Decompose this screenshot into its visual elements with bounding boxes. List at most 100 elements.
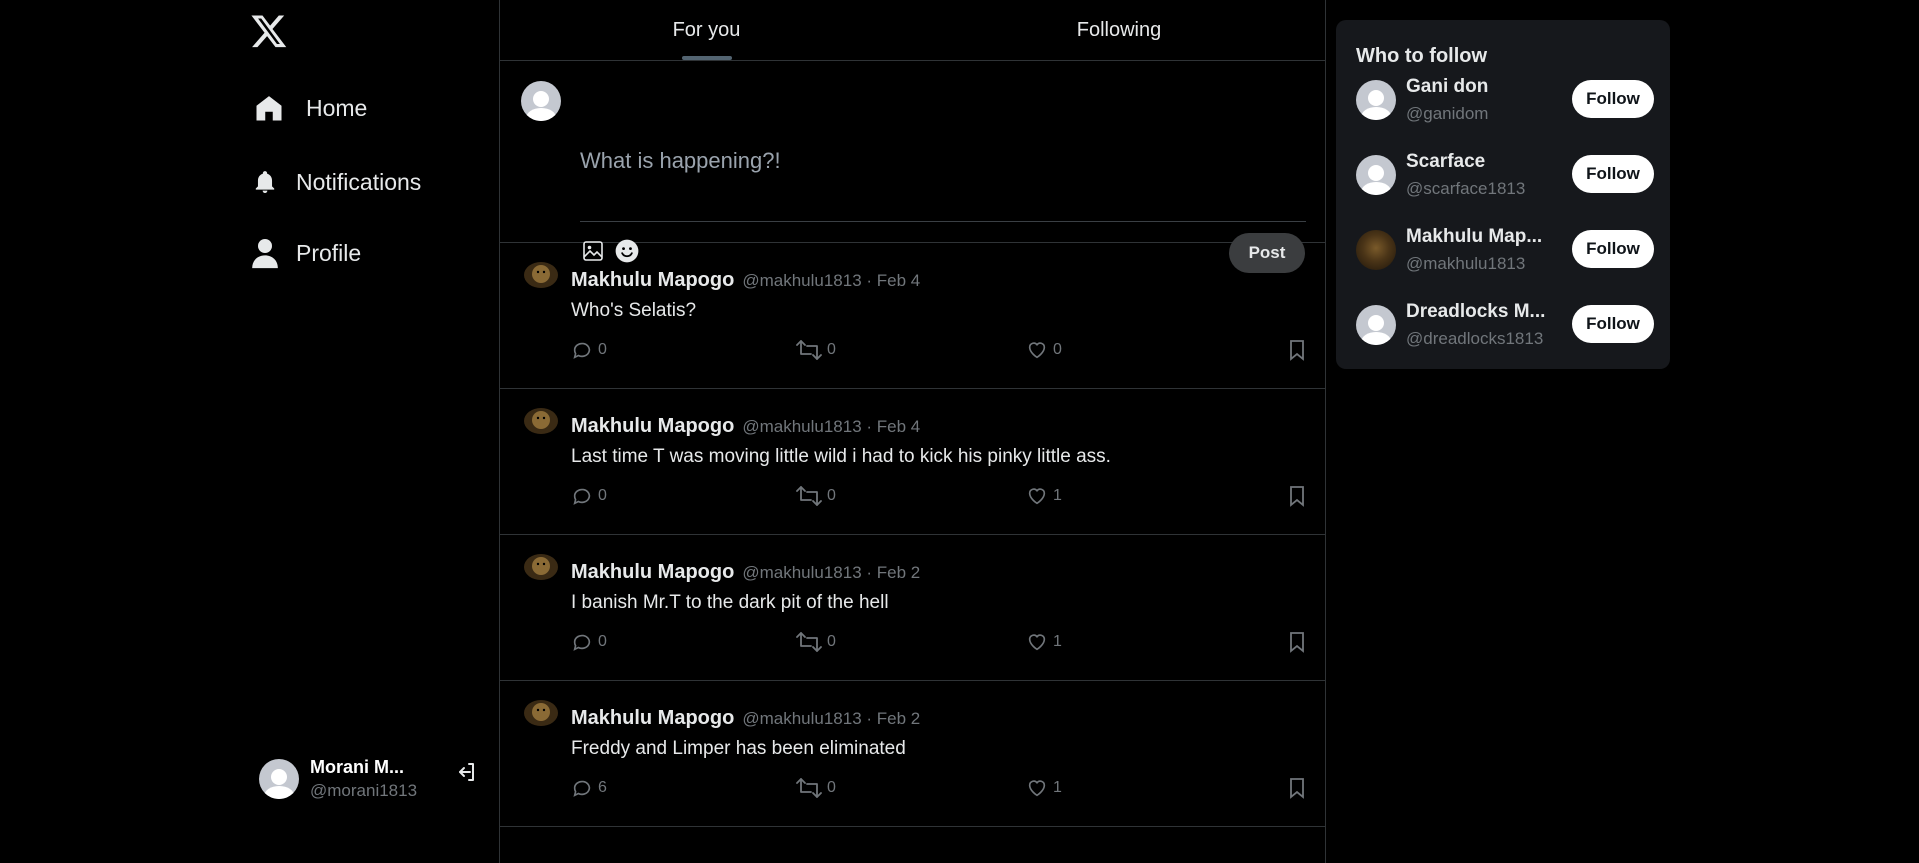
- left-sidebar: Home Notifications Profile Morani M... @…: [0, 0, 499, 863]
- reply-count: 6: [598, 779, 607, 796]
- tweet[interactable]: Makhulu Mapogo @makhulu1813 · Feb 4 Last…: [500, 389, 1325, 535]
- compose-box: Post: [500, 61, 1325, 273]
- bookmark-icon: [1287, 485, 1307, 507]
- tweet-text: Who's Selatis?: [571, 300, 697, 321]
- tweet-text: Freddy and Limper has been eliminated: [571, 738, 906, 759]
- bell-icon: [248, 165, 282, 199]
- follow-button[interactable]: Follow: [1572, 305, 1654, 343]
- suggestion-name[interactable]: Gani don: [1406, 76, 1488, 98]
- compose-input[interactable]: [580, 145, 1300, 177]
- who-to-follow-card: Who to follow Gani don @ganidom Follow S…: [1336, 20, 1670, 369]
- follow-suggestion[interactable]: Makhulu Map... @makhulu1813 Follow: [1356, 226, 1654, 273]
- reply-count: 0: [598, 633, 607, 650]
- avatar[interactable]: [1356, 80, 1396, 120]
- reply-count: 0: [598, 341, 607, 358]
- retweet-button[interactable]: 0: [796, 631, 836, 653]
- retweet-button[interactable]: 0: [796, 777, 836, 799]
- suggestion-handle: @dreadlocks1813: [1406, 329, 1544, 348]
- avatar[interactable]: [1356, 230, 1396, 270]
- like-count: 0: [1053, 341, 1062, 358]
- account-name: Morani M...: [310, 757, 404, 777]
- tweet-author-name[interactable]: Makhulu Mapogo: [571, 415, 734, 438]
- reply-button[interactable]: 6: [571, 777, 607, 799]
- tweet-text: Last time T was moving little wild i had…: [571, 446, 1111, 467]
- reply-button[interactable]: 0: [571, 485, 607, 507]
- retweet-count: 0: [827, 633, 836, 650]
- reply-icon: [571, 631, 593, 653]
- tweet-meta: @makhulu1813 · Feb 2: [742, 563, 921, 582]
- sidebar-item-profile[interactable]: Profile: [248, 236, 361, 270]
- suggestion-name[interactable]: Scarface: [1406, 151, 1485, 173]
- tweet-actions: 0 0 0: [571, 339, 1307, 367]
- bookmark-button[interactable]: [1287, 631, 1307, 653]
- retweet-count: 0: [827, 779, 836, 796]
- follow-suggestion[interactable]: Dreadlocks M... @dreadlocks1813 Follow: [1356, 301, 1654, 348]
- user-icon: [248, 236, 282, 270]
- reply-button[interactable]: 0: [571, 631, 607, 653]
- like-button[interactable]: 1: [1026, 631, 1062, 653]
- follow-suggestion[interactable]: Gani don @ganidom Follow: [1356, 76, 1654, 123]
- bookmark-button[interactable]: [1287, 485, 1307, 507]
- retweet-button[interactable]: 0: [796, 339, 836, 361]
- tab-for-you[interactable]: For you: [500, 0, 913, 60]
- like-button[interactable]: 1: [1026, 485, 1062, 507]
- bookmark-button[interactable]: [1287, 777, 1307, 799]
- retweet-icon: [796, 339, 822, 361]
- tweet-text: I banish Mr.T to the dark pit of the hel…: [571, 592, 889, 613]
- card-title: Who to follow: [1356, 45, 1488, 67]
- avatar[interactable]: [523, 552, 559, 582]
- tweet-meta: @makhulu1813 · Feb 4: [742, 271, 921, 290]
- account-switcher[interactable]: Morani M... @morani1813: [259, 757, 417, 801]
- sidebar-item-notifications[interactable]: Notifications: [248, 165, 421, 199]
- like-button[interactable]: 0: [1026, 339, 1062, 361]
- logout-icon[interactable]: [454, 760, 480, 786]
- avatar[interactable]: [1356, 305, 1396, 345]
- tweet-actions: 0 0 1: [571, 485, 1307, 513]
- avatar[interactable]: [523, 406, 559, 436]
- reply-icon: [571, 777, 593, 799]
- tweet-author-name[interactable]: Makhulu Mapogo: [571, 561, 734, 584]
- tweet[interactable]: Makhulu Mapogo @makhulu1813 · Feb 2 I ba…: [500, 535, 1325, 681]
- like-count: 1: [1053, 487, 1062, 504]
- reply-icon: [571, 339, 593, 361]
- sidebar-item-home[interactable]: Home: [252, 91, 367, 125]
- avatar[interactable]: [523, 698, 559, 728]
- bookmark-icon: [1287, 631, 1307, 653]
- divider: [580, 221, 1306, 222]
- retweet-icon: [796, 485, 822, 507]
- suggestion-handle: @ganidom: [1406, 104, 1489, 123]
- avatar[interactable]: [1356, 155, 1396, 195]
- bookmark-icon: [1287, 777, 1307, 799]
- bookmark-button[interactable]: [1287, 339, 1307, 361]
- suggestion-handle: @scarface1813: [1406, 179, 1526, 198]
- sidebar-item-label: Home: [306, 94, 368, 121]
- tweet-actions: 0 0 1: [571, 631, 1307, 659]
- tweet[interactable]: Makhulu Mapogo @makhulu1813 · Feb 2 Fred…: [500, 681, 1325, 827]
- avatar: [259, 759, 299, 799]
- heart-icon: [1026, 339, 1048, 361]
- follow-button[interactable]: Follow: [1572, 80, 1654, 118]
- reply-icon: [571, 485, 593, 507]
- retweet-button[interactable]: 0: [796, 485, 836, 507]
- reply-button[interactable]: 0: [571, 339, 607, 361]
- tweet-meta: @makhulu1813 · Feb 2: [742, 709, 921, 728]
- tweet-author-name[interactable]: Makhulu Mapogo: [571, 707, 734, 730]
- sidebar-item-label: Profile: [296, 239, 362, 266]
- follow-button[interactable]: Follow: [1572, 230, 1654, 268]
- tweet[interactable]: Makhulu Mapogo @makhulu1813 · Feb 4 Who'…: [500, 243, 1325, 389]
- sidebar-item-label: Notifications: [296, 168, 422, 195]
- like-button[interactable]: 1: [1026, 777, 1062, 799]
- bookmark-icon: [1287, 339, 1307, 361]
- retweet-icon: [796, 631, 822, 653]
- tweet-actions: 6 0 1: [571, 777, 1307, 805]
- suggestion-name[interactable]: Dreadlocks M...: [1406, 301, 1545, 323]
- follow-button[interactable]: Follow: [1572, 155, 1654, 193]
- tweet-author-name[interactable]: Makhulu Mapogo: [571, 269, 734, 292]
- suggestion-name[interactable]: Makhulu Map...: [1406, 226, 1542, 248]
- avatar[interactable]: [523, 260, 559, 290]
- tab-following[interactable]: Following: [913, 0, 1325, 60]
- reply-count: 0: [598, 487, 607, 504]
- retweet-icon: [796, 777, 822, 799]
- x-logo-icon[interactable]: [250, 12, 288, 50]
- follow-suggestion[interactable]: Scarface @scarface1813 Follow: [1356, 151, 1654, 198]
